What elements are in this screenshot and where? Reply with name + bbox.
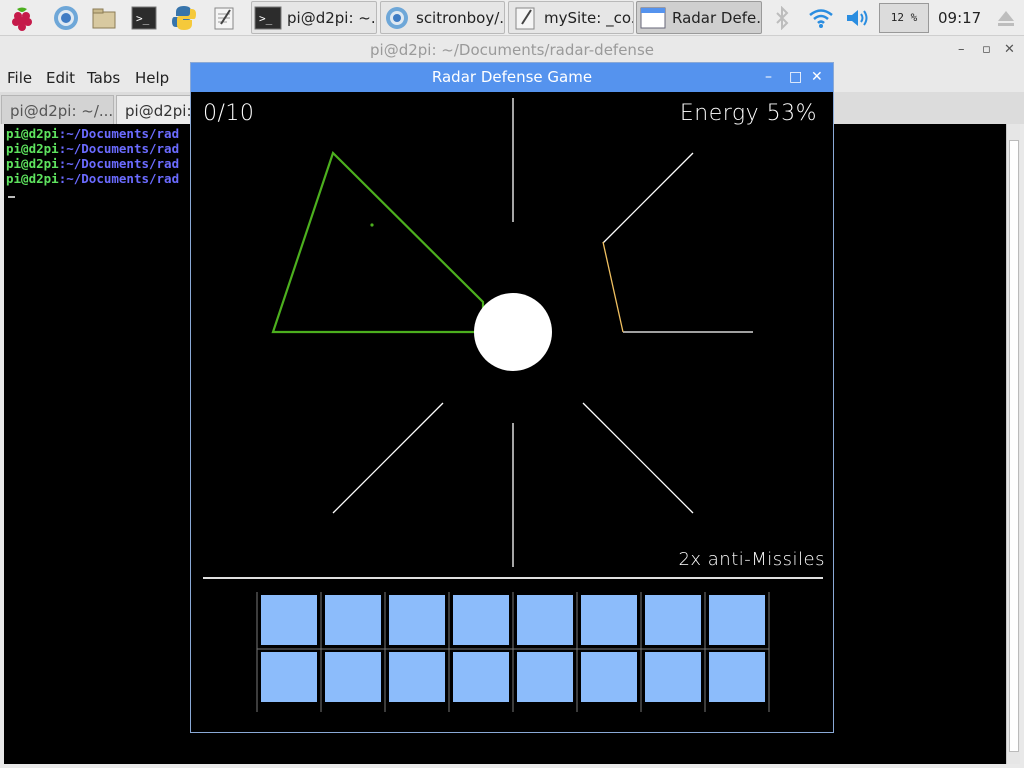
weapon-cell[interactable]: [325, 652, 381, 702]
terminal-window-title: pi@d2pi: ~/Documents/radar-defense: [370, 41, 654, 59]
python-icon[interactable]: [170, 4, 198, 32]
minimize-icon[interactable]: –: [958, 42, 965, 57]
volume-icon[interactable]: [844, 6, 870, 30]
close-icon[interactable]: ✕: [1004, 42, 1015, 57]
maximize-icon[interactable]: ▫: [982, 42, 991, 57]
terminal-scrollbar[interactable]: [1006, 124, 1020, 764]
taskbar-item-label: pi@d2pi: ~...: [287, 8, 377, 27]
menu-tabs[interactable]: Tabs: [87, 69, 120, 87]
radar-scan-segment: [602, 241, 624, 333]
weapon-cell[interactable]: [389, 652, 445, 702]
eject-icon[interactable]: [996, 8, 1016, 28]
weapon-cell[interactable]: [517, 595, 573, 645]
antimissile-count: 2x anti-Missiles: [678, 549, 825, 570]
missile-dot: [370, 223, 374, 227]
terminal-line: pi@d2pi:~/Documents/rad: [6, 171, 180, 186]
cpu-monitor[interactable]: 12 %: [879, 3, 929, 33]
terminal-line: pi@d2pi:~/Documents/rad: [6, 126, 180, 141]
taskbar-item-browser[interactable]: scitronboy/...: [380, 1, 505, 34]
close-icon[interactable]: ✕: [811, 67, 823, 87]
taskbar-item-radar-game[interactable]: Radar Defe...: [636, 1, 762, 34]
taskbar-item-label: mySite: _co...: [544, 8, 633, 27]
text-editor-icon: [515, 7, 535, 29]
text-editor-icon[interactable]: [210, 4, 238, 32]
weapon-grid: [256, 592, 770, 712]
tab-terminal-1[interactable]: pi@d2pi: ~/...: [1, 95, 114, 124]
tab-terminal-2[interactable]: pi@d2pi:: [116, 95, 196, 124]
file-manager-icon[interactable]: [90, 4, 118, 32]
terminal-line: pi@d2pi:~/Documents/rad: [6, 156, 180, 171]
weapon-cell[interactable]: [453, 652, 509, 702]
taskbar-item-label: Radar Defe...: [672, 8, 762, 27]
scrollbar-thumb[interactable]: [1009, 140, 1019, 752]
taskbar: >_ >_ pi@d2pi: ~... scitronboy/... mySit…: [0, 0, 1024, 36]
weapon-cell[interactable]: [517, 652, 573, 702]
maximize-icon[interactable]: □: [789, 67, 802, 87]
taskbar-item-editor[interactable]: mySite: _co...: [508, 1, 634, 34]
menu-edit[interactable]: Edit: [46, 69, 75, 87]
bluetooth-icon[interactable]: [772, 6, 792, 30]
weapon-cell[interactable]: [325, 595, 381, 645]
svg-text:>_: >_: [136, 12, 150, 25]
weapon-cell[interactable]: [581, 652, 637, 702]
window-icon: [640, 7, 666, 28]
weapon-cell[interactable]: [645, 595, 701, 645]
wifi-icon[interactable]: [808, 6, 834, 30]
missile-sweep-triangle: [271, 150, 485, 334]
weapon-cell[interactable]: [389, 595, 445, 645]
score-counter: 0/10: [203, 101, 255, 126]
menu-help[interactable]: Help: [135, 69, 169, 87]
radar-spoke-ne: [602, 152, 694, 244]
game-window-title: Radar Defense Game: [431, 68, 593, 86]
game-canvas[interactable]: [191, 92, 833, 732]
minimize-icon[interactable]: –: [765, 67, 772, 87]
terminal-icon[interactable]: >_: [130, 4, 158, 32]
game-titlebar[interactable]: Radar Defense Game – □ ✕: [191, 63, 833, 92]
weapon-cell[interactable]: [645, 652, 701, 702]
weapon-cell[interactable]: [453, 595, 509, 645]
taskbar-item-label: scitronboy/...: [416, 8, 505, 27]
menu-file[interactable]: File: [7, 69, 32, 87]
radar-spoke-sw: [332, 402, 444, 514]
weapon-cell[interactable]: [261, 652, 317, 702]
svg-text:>_: >_: [259, 12, 273, 25]
clock[interactable]: 09:17: [938, 9, 981, 27]
radar-base: [474, 293, 552, 371]
terminal-line: pi@d2pi:~/Documents/rad: [6, 141, 180, 156]
terminal-cursor: [8, 196, 15, 198]
weapon-cell[interactable]: [261, 595, 317, 645]
weapon-cell[interactable]: [709, 652, 765, 702]
browser-icon: [386, 6, 408, 29]
raspberry-menu-icon[interactable]: [8, 4, 36, 32]
energy-readout: Energy 53%: [679, 101, 817, 126]
browser-icon[interactable]: [52, 4, 80, 32]
weapon-cell[interactable]: [581, 595, 637, 645]
radar-spoke-se: [582, 402, 694, 514]
terminal-icon: >_: [254, 6, 282, 29]
taskbar-item-terminal[interactable]: >_ pi@d2pi: ~...: [251, 1, 377, 34]
weapon-cell[interactable]: [709, 595, 765, 645]
radar-game-window: Radar Defense Game – □ ✕ 0/10 Energy 53%…: [190, 62, 834, 733]
